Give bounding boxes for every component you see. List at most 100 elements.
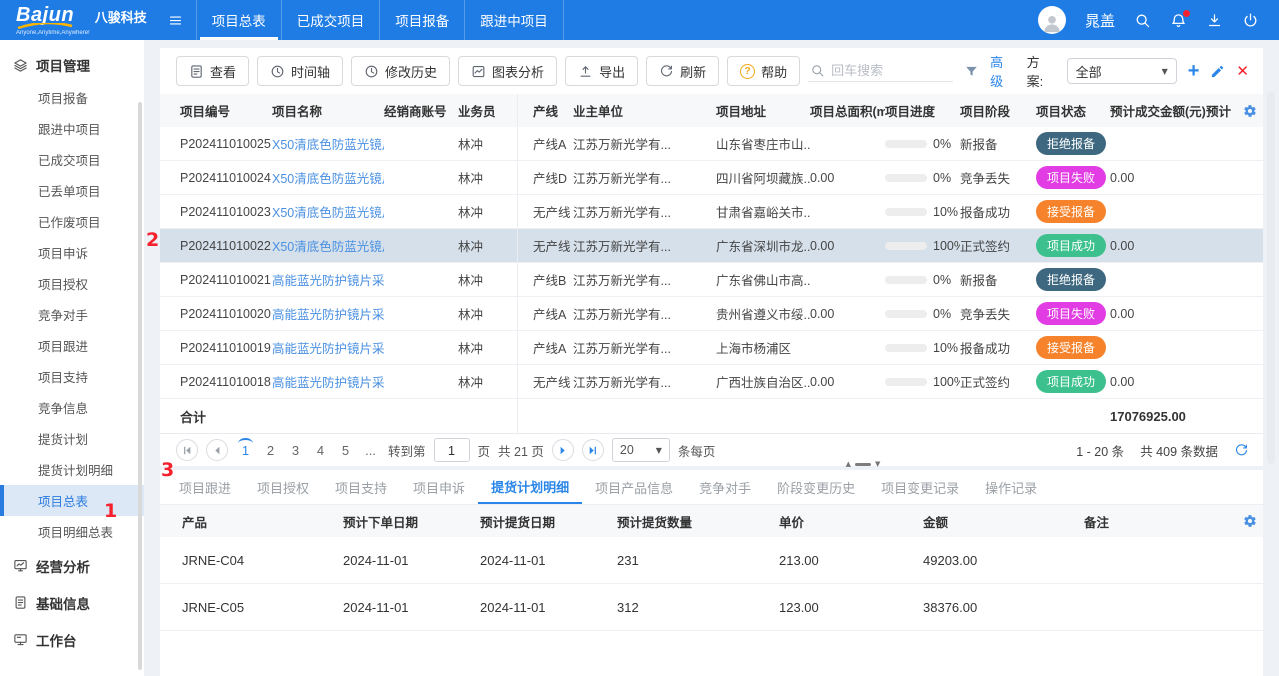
nav-tab-项目报备[interactable]: 项目报备 xyxy=(379,0,464,40)
table-row[interactable]: P202411010018高能蓝光防护镜片采购...林冲无产线江苏万新光学有..… xyxy=(160,365,1263,399)
nav-tab-已成交项目[interactable]: 已成交项目 xyxy=(281,0,380,40)
sidebar-section-project-management[interactable]: 项目管理 xyxy=(0,48,144,82)
page-number-5[interactable]: 5 xyxy=(336,441,355,460)
sidebar-item-项目授权[interactable]: 项目授权 xyxy=(0,268,144,299)
progress-bar xyxy=(885,208,927,216)
detail-table-row[interactable]: JRNE-C042024-11-012024-11-01231213.00492… xyxy=(160,537,1263,584)
project-name-link[interactable]: X50清底色防蓝光镜片... xyxy=(272,202,384,221)
project-name-link[interactable]: X50清底色防蓝光镜片... xyxy=(272,168,384,187)
sidebar-item-项目总表[interactable]: 项目总表 xyxy=(0,485,144,516)
panel-splitter-handle[interactable]: ▲ ▼ xyxy=(838,459,888,469)
first-page-button[interactable] xyxy=(176,439,198,461)
detail-tab-项目变更记录[interactable]: 项目变更记录 xyxy=(868,470,972,504)
sidebar-item-提货计划明细[interactable]: 提货计划明细 xyxy=(0,454,144,485)
project-name-link[interactable]: X50清底色防蓝光镜片... xyxy=(272,236,384,255)
prev-page-button[interactable] xyxy=(206,439,228,461)
sidebar-item-已作废项目[interactable]: 已作废项目 xyxy=(0,206,144,237)
table-row[interactable]: P202411010025X50清底色防蓝光镜片...林冲产线A江苏万新光学有.… xyxy=(160,127,1263,161)
sidebar-item-竞争信息[interactable]: 竞争信息 xyxy=(0,392,144,423)
refresh-icon[interactable] xyxy=(1234,443,1249,458)
project-name-cell: X50清底色防蓝光镜片... xyxy=(272,127,384,160)
时间轴-button[interactable]: 时间轴 xyxy=(257,56,343,86)
table-body: P202411010025X50清底色防蓝光镜片...林冲产线A江苏万新光学有.… xyxy=(160,127,1263,399)
filter-funnel-icon[interactable] xyxy=(964,64,979,79)
sidebar-item-项目申诉[interactable]: 项目申诉 xyxy=(0,237,144,268)
column-settings-gear-icon[interactable] xyxy=(1243,104,1257,118)
add-scheme-button[interactable]: + xyxy=(1188,61,1200,81)
nav-tab-跟进中项目[interactable]: 跟进中项目 xyxy=(464,0,564,40)
sidebar-scrollbar[interactable] xyxy=(138,102,142,670)
detail-tab-项目授权[interactable]: 项目授权 xyxy=(244,470,322,504)
page-number-1[interactable]: 1 xyxy=(236,441,255,460)
project-name-link[interactable]: 高能蓝光防护镜片采购... xyxy=(272,338,384,357)
toolbar-button-label: 修改历史 xyxy=(385,62,437,81)
sidebar-item-跟进中项目[interactable]: 跟进中项目 xyxy=(0,113,144,144)
avatar[interactable] xyxy=(1038,6,1066,34)
帮助-button[interactable]: ?帮助 xyxy=(727,56,800,86)
table-row[interactable]: P202411010023X50清底色防蓝光镜片...林冲无产线江苏万新光学有.… xyxy=(160,195,1263,229)
detail-tab-竞争对手[interactable]: 竞争对手 xyxy=(686,470,764,504)
导出-button[interactable]: 导出 xyxy=(565,56,638,86)
splitter-bar[interactable] xyxy=(855,463,871,466)
collapse-down-icon[interactable]: ▼ xyxy=(875,461,880,468)
sidebar-section-工作台[interactable]: 工作台 xyxy=(0,621,144,658)
project-name-link[interactable]: 高能蓝光防护镜片采购... xyxy=(272,372,384,391)
detail-tab-阶段变更历史[interactable]: 阶段变更历史 xyxy=(764,470,868,504)
sidebar-item-项目报备[interactable]: 项目报备 xyxy=(0,82,144,113)
advanced-filter-link[interactable]: 高级 xyxy=(990,52,1015,90)
sidebar-item-已成交项目[interactable]: 已成交项目 xyxy=(0,144,144,175)
project-name-link[interactable]: X50清底色防蓝光镜片... xyxy=(272,134,384,153)
page-number-...[interactable]: ... xyxy=(361,441,380,460)
刷新-button[interactable]: 刷新 xyxy=(646,56,719,86)
sidebar-item-项目明细总表[interactable]: 项目明细总表 xyxy=(0,516,144,547)
goto-page-input[interactable] xyxy=(434,438,470,462)
sidebar-item-竞争对手[interactable]: 竞争对手 xyxy=(0,299,144,330)
table-row[interactable]: P202411010024X50清底色防蓝光镜片...林冲产线D江苏万新光学有.… xyxy=(160,161,1263,195)
sidebar-item-已丢单项目[interactable]: 已丢单项目 xyxy=(0,175,144,206)
column-settings-gear-icon[interactable] xyxy=(1243,514,1257,528)
nav-tab-项目总表[interactable]: 项目总表 xyxy=(196,0,281,40)
notification-bell-icon[interactable] xyxy=(1170,12,1187,29)
project-name-link[interactable]: 高能蓝光防护镜片采购... xyxy=(272,270,384,289)
sidebar-section-经营分析[interactable]: 经营分析 xyxy=(0,547,144,584)
图表分析-button[interactable]: 图表分析 xyxy=(458,56,557,86)
scheme-select[interactable]: 全部 ▼ xyxy=(1067,58,1177,84)
table-row[interactable]: P202411010021高能蓝光防护镜片采购...林冲产线B江苏万新光学有..… xyxy=(160,263,1263,297)
search-input[interactable] xyxy=(831,63,943,78)
page-size-select[interactable]: 20 ▼ xyxy=(612,438,670,462)
table-row[interactable]: P202411010019高能蓝光防护镜片采购...林冲产线A江苏万新光学有..… xyxy=(160,331,1263,365)
last-page-button[interactable] xyxy=(582,439,604,461)
sidebar-item-项目跟进[interactable]: 项目跟进 xyxy=(0,330,144,361)
sidebar-item-项目支持[interactable]: 项目支持 xyxy=(0,361,144,392)
查看-button[interactable]: 查看 xyxy=(176,56,249,86)
detail-tab-项目跟进[interactable]: 项目跟进 xyxy=(166,470,244,504)
sidebar-section-基础信息[interactable]: 基础信息 xyxy=(0,584,144,621)
delete-scheme-icon[interactable]: ✕ xyxy=(1236,62,1249,80)
detail-tab-提货计划明细[interactable]: 提货计划明细 xyxy=(478,470,582,504)
menu-toggle-icon[interactable] xyxy=(155,0,196,40)
next-page-button[interactable] xyxy=(552,439,574,461)
download-icon[interactable] xyxy=(1206,12,1223,29)
edit-scheme-icon[interactable] xyxy=(1210,64,1225,79)
vertical-scrollbar[interactable] xyxy=(1267,92,1275,464)
search-icon[interactable] xyxy=(1134,12,1151,29)
page-number-3[interactable]: 3 xyxy=(286,441,305,460)
table-row[interactable]: P202411010020高能蓝光防护镜片采购...林冲产线A江苏万新光学有..… xyxy=(160,297,1263,331)
pagination-info: 1 - 20 条 共 409 条数据 xyxy=(1076,441,1249,460)
power-icon[interactable] xyxy=(1242,12,1259,29)
detail-tab-操作记录[interactable]: 操作记录 xyxy=(972,470,1050,504)
table-row[interactable]: P202411010022X50清底色防蓝光镜片...林冲无产线江苏万新光学有.… xyxy=(160,229,1263,263)
overflow-cell xyxy=(1206,297,1263,330)
page-number-4[interactable]: 4 xyxy=(311,441,330,460)
detail-tab-项目申诉[interactable]: 项目申诉 xyxy=(400,470,478,504)
toolbar: 查看时间轴修改历史图表分析导出刷新?帮助 高级 方案: 全部 ▼ + ✕ xyxy=(160,48,1263,94)
sidebar-item-提货计划[interactable]: 提货计划 xyxy=(0,423,144,454)
page-number-2[interactable]: 2 xyxy=(261,441,280,460)
detail-tab-项目产品信息[interactable]: 项目产品信息 xyxy=(582,470,686,504)
修改历史-button[interactable]: 修改历史 xyxy=(351,56,450,86)
detail-tab-项目支持[interactable]: 项目支持 xyxy=(322,470,400,504)
collapse-up-icon[interactable]: ▲ xyxy=(846,461,851,468)
user-name[interactable]: 晁盖 xyxy=(1085,10,1115,31)
detail-table-row[interactable]: JRNE-C052024-11-012024-11-01312123.00383… xyxy=(160,584,1263,631)
project-name-link[interactable]: 高能蓝光防护镜片采购... xyxy=(272,304,384,323)
